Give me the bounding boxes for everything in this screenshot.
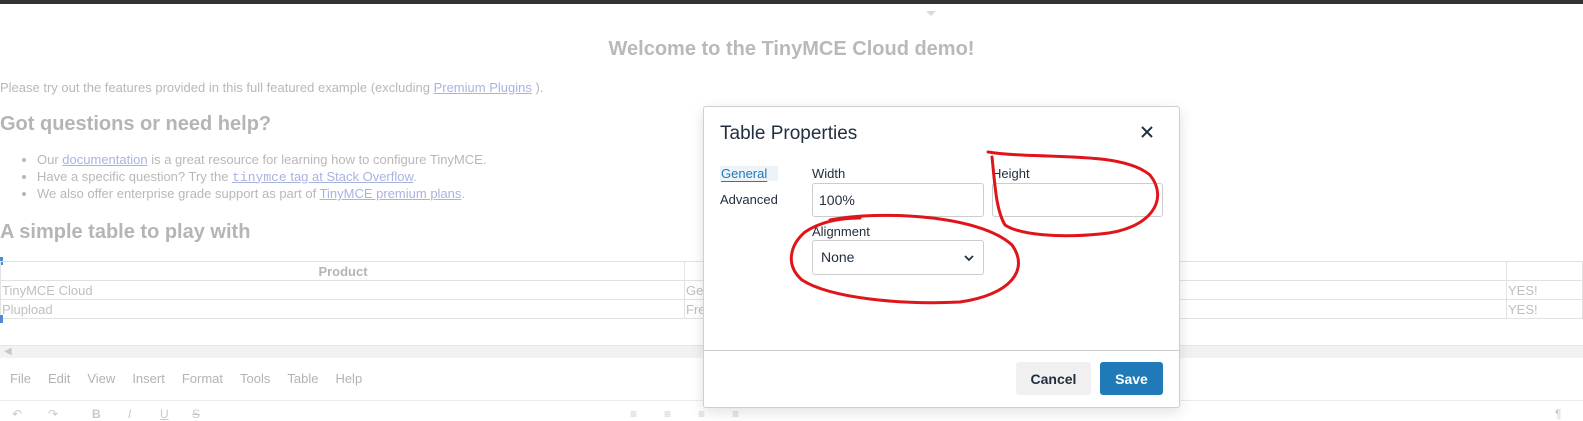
menu-tools[interactable]: Tools [230,366,277,392]
intro-end: ). [531,80,544,95]
undo-icon[interactable]: ↶ [12,407,22,421]
dialog-tabs: General Advanced [720,166,778,207]
premium-plugins-link[interactable]: Premium Plugins [434,80,532,95]
cancel-button[interactable]: Cancel [1016,362,1091,395]
help-list: Our documentation is a great resource fo… [0,152,486,203]
redo-icon[interactable]: ↷ [48,407,58,421]
align-left-icon[interactable]: ≡ [630,407,637,421]
align-center-icon[interactable]: ≡ [664,407,671,421]
strikethrough-icon[interactable]: S [192,407,200,421]
tab-advanced[interactable]: Advanced [720,192,778,207]
height-label: Height [992,166,1030,181]
underline-icon[interactable]: U [160,407,169,421]
table-cell[interactable]: YES! [1506,280,1583,300]
list-text: Our [37,152,63,167]
close-icon [1141,126,1153,138]
italic-icon[interactable]: I [128,407,131,421]
alignment-select[interactable]: None [812,240,984,275]
table-header-cell [1506,261,1583,281]
menu-file[interactable]: File [0,366,38,392]
intro-text: Please try out the features provided in … [0,80,434,95]
save-button[interactable]: Save [1100,362,1163,395]
menu-view[interactable]: View [77,366,122,392]
premium-plans-link[interactable]: TinyMCE premium plans [320,186,462,201]
tab-general[interactable]: General [720,166,778,181]
close-button[interactable] [1135,120,1159,144]
menu-table[interactable]: Table [277,366,325,392]
align-right-icon[interactable]: ≡ [698,407,705,421]
documentation-link[interactable]: documentation [62,152,147,167]
table-cell[interactable]: Plupload [0,299,685,319]
intro-paragraph: Please try out the features provided in … [0,80,543,95]
paragraph-icon[interactable]: ¶ [1555,407,1561,421]
bold-icon[interactable]: B [92,407,101,421]
alignment-value: None [821,249,855,265]
table-resize-handle[interactable] [0,315,3,323]
align-justify-icon[interactable]: ≡ [732,407,739,421]
table-properties-dialog: Table Properties General Advanced Width … [703,106,1180,408]
dialog-footer-divider [704,350,1179,351]
list-item: We also offer enterprise grade support a… [37,186,486,203]
list-text: . [413,168,417,184]
questions-heading: Got questions or need help? [0,113,272,135]
menu-insert[interactable]: Insert [122,366,172,392]
menubar: File Edit View Insert Format Tools Table… [0,366,369,392]
menu-edit[interactable]: Edit [38,366,77,392]
width-input[interactable] [812,183,984,217]
stack-overflow-link[interactable]: tinymce tag at Stack Overflow [232,168,414,185]
stack-overflow-link-text: tag at Stack Overflow [286,168,414,184]
menu-format[interactable]: Format [172,366,230,392]
alignment-label: Alignment [812,224,870,239]
list-item: Our documentation is a great resource fo… [37,152,486,169]
width-label: Width [812,166,846,181]
menu-help[interactable]: Help [325,366,369,392]
list-text: . [461,186,466,201]
table-cell[interactable]: YES! [1506,299,1583,319]
tinymce-code: tinymce [232,169,287,185]
faded-heading [0,337,6,345]
table-heading: A simple table to play with [0,221,251,243]
list-text: is a great resource for learning how to … [147,152,487,167]
scroll-left-icon[interactable]: ◀ [4,346,12,358]
list-text: We also offer enterprise grade support a… [37,186,320,201]
dialog-title: Table Properties [720,123,858,144]
list-item: Have a specific question? Try the tinymc… [37,169,486,187]
list-text: Have a specific question? Try the [37,168,233,184]
welcome-heading: Welcome to the TinyMCE Cloud demo! [608,38,975,60]
height-input[interactable] [992,183,1163,217]
table-header-product: Product [0,261,685,281]
chevron-down-icon [964,255,974,262]
table-cell[interactable]: TinyMCE Cloud [0,280,685,300]
